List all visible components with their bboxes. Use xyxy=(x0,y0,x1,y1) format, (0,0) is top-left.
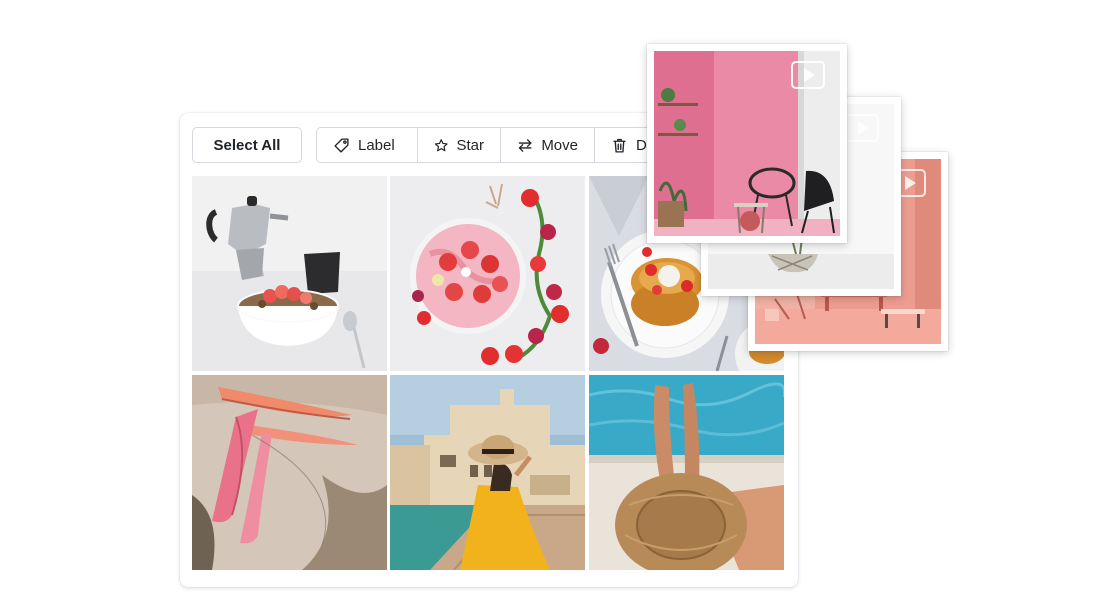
photo-woman-yellow-dress[interactable] xyxy=(390,375,585,570)
photo-smoothie-bowl[interactable] xyxy=(390,176,585,371)
star-icon xyxy=(434,138,448,151)
play-icon xyxy=(845,114,879,142)
swap-arrows-icon xyxy=(518,138,532,152)
star-button[interactable]: Star xyxy=(418,128,501,162)
star-button-text: Star xyxy=(456,136,484,154)
play-icon xyxy=(791,61,825,89)
move-button[interactable]: Move xyxy=(501,128,595,162)
move-button-text: Move xyxy=(541,136,578,154)
photo-kayaks[interactable] xyxy=(192,375,387,570)
video-card-pink-room[interactable] xyxy=(647,44,847,243)
select-all-label: Select All xyxy=(213,136,281,154)
trash-icon xyxy=(613,138,626,153)
label-button-text: Label xyxy=(358,136,395,154)
photo-moka-pot[interactable] xyxy=(192,176,387,371)
label-button[interactable]: Label xyxy=(317,128,418,162)
tag-icon xyxy=(334,137,349,153)
photo-pool-hat[interactable] xyxy=(589,375,784,570)
select-all-button[interactable]: Select All xyxy=(192,127,302,163)
